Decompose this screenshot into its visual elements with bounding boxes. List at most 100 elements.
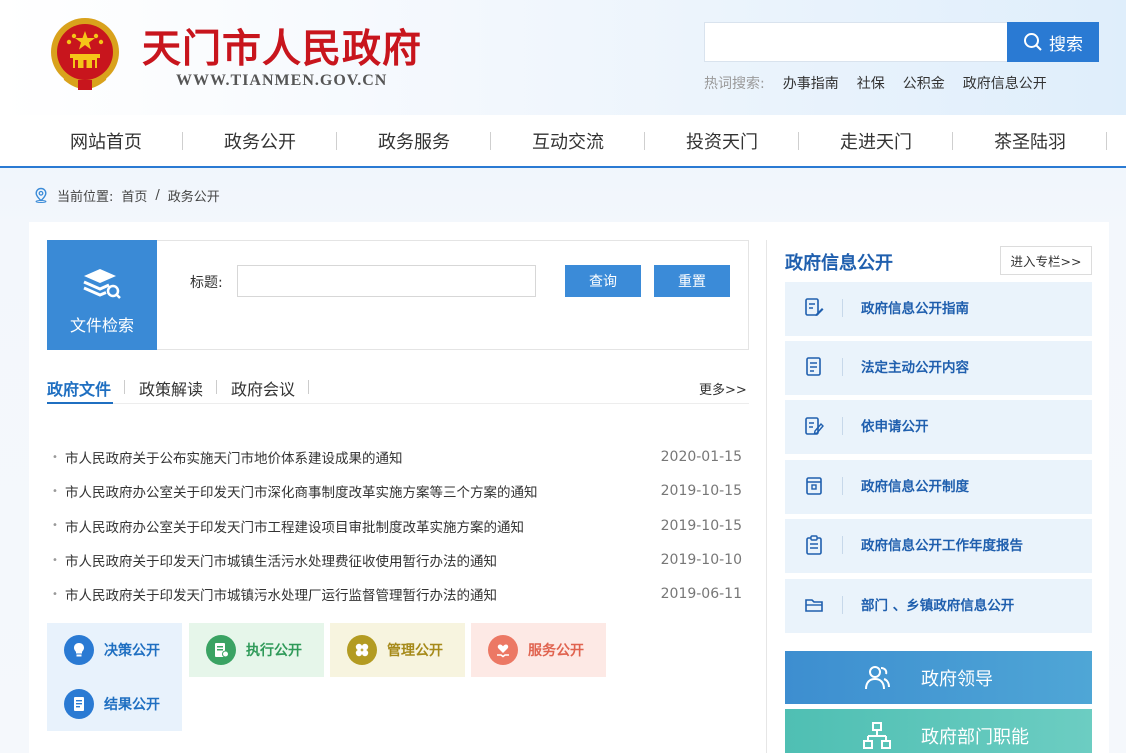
folder-icon	[805, 599, 823, 612]
file-search-tile: 文件检索	[47, 240, 157, 350]
breadcrumb-current[interactable]: 政务公开	[168, 186, 220, 205]
banner-gov-leaders[interactable]: 政府领导	[785, 651, 1092, 704]
archive-icon	[806, 477, 822, 495]
category-label: 管理公开	[387, 643, 443, 659]
document-title[interactable]: 市人民政府办公室关于印发天门市深化商事制度改革实施方案等三个方案的通知	[65, 481, 661, 501]
category-label: 决策公开	[104, 643, 160, 659]
hot-word-link[interactable]: 社保	[857, 73, 885, 93]
category-execution[interactable]: 执行公开	[189, 623, 324, 677]
site-header: 天门市人民政府 WWW.TIANMEN.GOV.CN 搜索 热词搜索: 办事指南…	[0, 0, 1126, 115]
edit-doc-icon	[805, 298, 824, 316]
hot-word-link[interactable]: 公积金	[903, 73, 945, 93]
category-label: 结果公开	[104, 697, 160, 713]
list-item[interactable]: • 市人民政府关于公布实施天门市地价体系建设成果的通知 2020-01-15	[52, 440, 742, 474]
item-separator	[842, 477, 843, 495]
info-item-application[interactable]: 依申请公开	[785, 400, 1092, 454]
hot-word-link[interactable]: 办事指南	[783, 73, 839, 93]
breadcrumb-separator: /	[155, 187, 160, 203]
info-item-label: 部门 、乡镇政府信息公开	[861, 598, 1015, 614]
bullet-icon: •	[52, 485, 58, 497]
info-item-annual-report[interactable]: 政府信息公开工作年度报告	[785, 519, 1092, 573]
document-title[interactable]: 市人民政府关于公布实施天门市地价体系建设成果的通知	[65, 447, 661, 467]
receipt-icon	[64, 689, 94, 719]
tab-divider	[47, 403, 749, 404]
info-item-departments[interactable]: 部门 、乡镇政府信息公开	[785, 579, 1092, 633]
nav-item-gov-services[interactable]: 政务服务	[337, 115, 491, 166]
title-field-label: 标题:	[190, 275, 223, 291]
banner-label: 政府领导	[921, 668, 993, 690]
org-chart-icon	[863, 721, 891, 749]
category-results[interactable]: 结果公开	[47, 677, 182, 731]
info-item-label: 政府信息公开工作年度报告	[861, 538, 1023, 554]
nav-item-luyu[interactable]: 茶圣陆羽	[953, 115, 1107, 166]
tab-gov-documents[interactable]: 政府文件	[47, 376, 111, 400]
query-button[interactable]: 查询	[565, 265, 641, 297]
breadcrumb: 当前位置: 首页 / 政务公开	[33, 186, 220, 205]
item-separator	[842, 299, 843, 317]
category-management[interactable]: 管理公开	[330, 623, 465, 677]
info-item-statutory[interactable]: 法定主动公开内容	[785, 341, 1092, 395]
info-item-system[interactable]: 政府信息公开制度	[785, 460, 1092, 514]
document-title[interactable]: 市人民政府关于印发天门市城镇污水处理厂运行监督管理暂行办法的通知	[65, 584, 661, 604]
clipboard-icon	[806, 535, 822, 555]
document-date: 2019-06-11	[660, 586, 742, 603]
bullet-icon: •	[52, 520, 58, 532]
clover-icon	[347, 635, 377, 665]
item-separator	[842, 358, 843, 376]
file-search-title: 文件检索	[69, 316, 134, 335]
info-item-guide[interactable]: 政府信息公开指南	[785, 282, 1092, 336]
site-url: WWW.TIANMEN.GOV.CN	[176, 72, 388, 89]
bullet-icon: •	[52, 588, 58, 600]
nav-item-about[interactable]: 走进天门	[799, 115, 953, 166]
main-nav: 网站首页 政务公开 政务服务 互动交流 投资天门 走进天门 茶圣陆羽	[0, 115, 1126, 168]
hot-word-link[interactable]: 政府信息公开	[963, 73, 1047, 93]
search-input[interactable]	[704, 22, 1008, 62]
hot-words-label: 热词搜索:	[704, 76, 765, 92]
tab-policy-interpretation[interactable]: 政策解读	[139, 376, 203, 400]
list-item[interactable]: • 市人民政府关于印发天门市城镇生活污水处理费征收使用暂行办法的通知 2019-…	[52, 543, 742, 577]
document-list: • 市人民政府关于公布实施天门市地价体系建设成果的通知 2020-01-15 •…	[52, 440, 742, 611]
tab-gov-meetings[interactable]: 政府会议	[231, 376, 295, 400]
nav-item-invest[interactable]: 投资天门	[645, 115, 799, 166]
category-label: 执行公开	[246, 643, 302, 659]
document-icon	[206, 635, 236, 665]
list-item[interactable]: • 市人民政府办公室关于印发天门市工程建设项目审批制度改革实施方案的通知 201…	[52, 509, 742, 543]
document-title[interactable]: 市人民政府办公室关于印发天门市工程建设项目审批制度改革实施方案的通知	[65, 516, 661, 536]
pen-doc-icon	[805, 417, 824, 435]
hot-words: 热词搜索: 办事指南 社保 公积金 政府信息公开	[704, 74, 1047, 92]
info-item-label: 依申请公开	[861, 419, 929, 435]
document-title[interactable]: 市人民政府关于印发天门市城镇生活污水处理费征收使用暂行办法的通知	[65, 550, 661, 570]
reset-button[interactable]: 重置	[654, 265, 730, 297]
title-input[interactable]	[237, 265, 536, 297]
category-service[interactable]: 服务公开	[471, 623, 606, 677]
nav-item-interaction[interactable]: 互动交流	[491, 115, 645, 166]
bullet-icon: •	[52, 554, 58, 566]
search-button[interactable]: 搜索	[1007, 22, 1099, 62]
column-divider	[766, 240, 767, 753]
lightbulb-icon	[64, 635, 94, 665]
breadcrumb-home[interactable]: 首页	[121, 186, 147, 205]
info-disclosure-title: 政府信息公开	[785, 253, 893, 274]
stack-search-icon	[83, 269, 121, 299]
nav-item-home[interactable]: 网站首页	[29, 115, 183, 166]
banner-label: 政府部门职能	[921, 726, 1029, 748]
tab-separator	[216, 380, 217, 394]
enter-column-button[interactable]: 进入专栏>>	[1000, 246, 1092, 275]
category-decision[interactable]: 决策公开	[47, 623, 182, 677]
location-pin-icon	[35, 187, 47, 203]
search-button-label: 搜索	[1049, 34, 1083, 54]
more-link[interactable]: 更多>>	[699, 379, 747, 398]
heart-hand-icon	[488, 635, 518, 665]
document-date: 2020-01-15	[660, 449, 742, 466]
document-date: 2019-10-15	[660, 517, 742, 534]
nav-separator	[1106, 132, 1107, 150]
active-tab-underline	[47, 402, 113, 404]
national-emblem-icon	[51, 18, 119, 90]
banner-gov-departments[interactable]: 政府部门职能	[785, 709, 1092, 753]
breadcrumb-prefix: 当前位置:	[57, 189, 114, 205]
list-item[interactable]: • 市人民政府办公室关于印发天门市深化商事制度改革实施方案等三个方案的通知 20…	[52, 474, 742, 508]
tab-separator	[308, 380, 309, 394]
list-item[interactable]: • 市人民政府关于印发天门市城镇污水处理厂运行监督管理暂行办法的通知 2019-…	[52, 577, 742, 611]
site-name: 天门市人民政府	[142, 26, 423, 72]
nav-item-gov-affairs[interactable]: 政务公开	[183, 115, 337, 166]
